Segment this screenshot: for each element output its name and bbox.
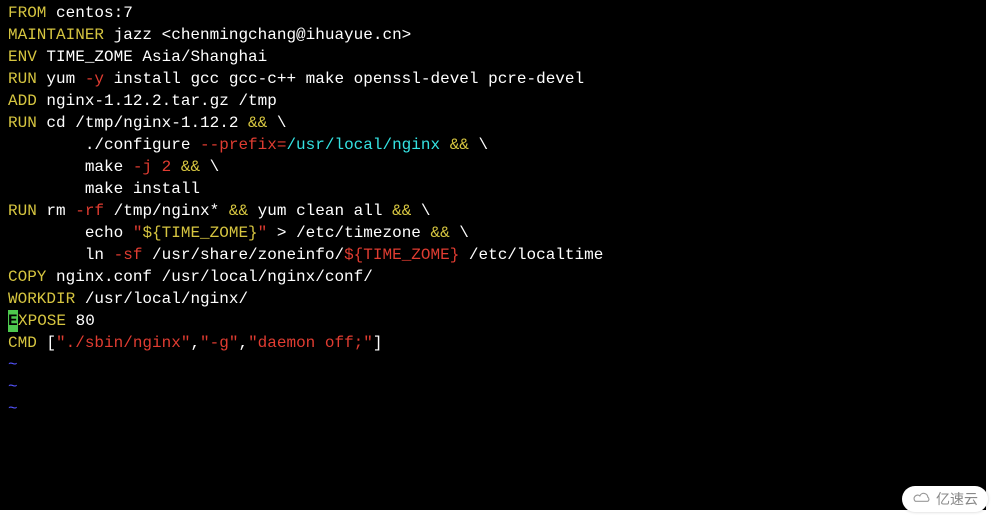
token: "daemon off;"	[248, 334, 373, 352]
token: \	[200, 158, 219, 176]
token: MAINTAINER	[8, 26, 104, 44]
token: WORKDIR	[8, 290, 75, 308]
token: "./sbin/nginx"	[56, 334, 190, 352]
token: \	[469, 136, 488, 154]
token: > /etc/timezone	[267, 224, 430, 242]
token: ./configure	[8, 136, 200, 154]
token: 80	[66, 312, 95, 330]
token: \	[450, 224, 469, 242]
tilde-line: ~	[8, 398, 978, 420]
token: rm	[37, 202, 75, 220]
code-line: CMD ["./sbin/nginx","-g","daemon off;"]	[8, 332, 978, 354]
token: yum clean all	[248, 202, 392, 220]
code-line: ADD nginx-1.12.2.tar.gz /tmp	[8, 90, 978, 112]
token: &&	[248, 114, 267, 132]
token: \	[411, 202, 430, 220]
token: ENV	[8, 48, 37, 66]
token: ${TIME_ZOME}	[142, 224, 257, 242]
code-line: MAINTAINER jazz <chenmingchang@ihuayue.c…	[8, 24, 978, 46]
token: cd /tmp/nginx-1.12.2	[37, 114, 248, 132]
token: &&	[431, 224, 450, 242]
code-line: RUN rm -rf /tmp/nginx* && yum clean all …	[8, 200, 978, 222]
token: XPOSE	[18, 312, 66, 330]
code-line: echo "${TIME_ZOME}" > /etc/timezone && \	[8, 222, 978, 244]
token: -y	[85, 70, 104, 88]
token: ln	[8, 246, 114, 264]
cursor: E	[8, 310, 18, 332]
token: /usr/local/nginx	[286, 136, 449, 154]
token: /usr/local/nginx/	[75, 290, 248, 308]
empty-lines: ~~~	[8, 354, 978, 420]
code-line: COPY nginx.conf /usr/local/nginx/conf/	[8, 266, 978, 288]
token: COPY	[8, 268, 46, 286]
token: /usr/share/zoneinfo/	[142, 246, 344, 264]
token: ADD	[8, 92, 37, 110]
token	[171, 158, 181, 176]
token: /etc/localtime	[459, 246, 603, 264]
code-line: ln -sf /usr/share/zoneinfo/${TIME_ZOME} …	[8, 244, 978, 266]
code-line: make -j 2 && \	[8, 156, 978, 178]
code-line: WORKDIR /usr/local/nginx/	[8, 288, 978, 310]
token: jazz <chenmingchang@ihuayue.cn>	[104, 26, 411, 44]
token: ]	[373, 334, 383, 352]
token: &&	[229, 202, 248, 220]
token: yum	[37, 70, 85, 88]
tilde-line: ~	[8, 376, 978, 398]
token: 2	[152, 158, 171, 176]
token: FROM	[8, 4, 46, 22]
token: RUN	[8, 114, 37, 132]
token: "	[258, 224, 268, 242]
code-line: ./configure --prefix=/usr/local/nginx &&…	[8, 134, 978, 156]
token: TIME_ZOME Asia/Shanghai	[37, 48, 267, 66]
token: -rf	[75, 202, 104, 220]
token: &&	[392, 202, 411, 220]
token: /tmp/nginx*	[104, 202, 229, 220]
token: make	[8, 158, 133, 176]
token: "	[133, 224, 143, 242]
code-line: make install	[8, 178, 978, 200]
code-line: EXPOSE 80	[8, 310, 978, 332]
token: RUN	[8, 202, 37, 220]
token: CMD	[8, 334, 37, 352]
token: &&	[181, 158, 200, 176]
terminal-editor[interactable]: FROM centos:7MAINTAINER jazz <chenmingch…	[0, 0, 986, 510]
token: --prefix=	[200, 136, 286, 154]
token: \	[267, 114, 286, 132]
code-line: RUN yum -y install gcc gcc-c++ make open…	[8, 68, 978, 90]
watermark-badge: 亿速云	[902, 486, 988, 512]
token: RUN	[8, 70, 37, 88]
token: install gcc gcc-c++ make openssl-devel p…	[104, 70, 584, 88]
watermark-text: 亿速云	[936, 489, 978, 509]
tilde-line: ~	[8, 354, 978, 376]
dockerfile-content: FROM centos:7MAINTAINER jazz <chenmingch…	[8, 2, 978, 354]
code-line: RUN cd /tmp/nginx-1.12.2 && \	[8, 112, 978, 134]
token: ${TIME_ZOME}	[344, 246, 459, 264]
token: -sf	[114, 246, 143, 264]
token: centos:7	[46, 4, 132, 22]
token: echo	[8, 224, 133, 242]
token: &&	[450, 136, 469, 154]
token: ,	[238, 334, 248, 352]
cloud-icon	[912, 491, 932, 508]
token: ,	[190, 334, 200, 352]
code-line: FROM centos:7	[8, 2, 978, 24]
token: nginx-1.12.2.tar.gz /tmp	[37, 92, 277, 110]
code-line: ENV TIME_ZOME Asia/Shanghai	[8, 46, 978, 68]
token: -j	[133, 158, 152, 176]
token: nginx.conf /usr/local/nginx/conf/	[46, 268, 372, 286]
token: make install	[8, 180, 200, 198]
token: [	[37, 334, 56, 352]
token: "-g"	[200, 334, 238, 352]
